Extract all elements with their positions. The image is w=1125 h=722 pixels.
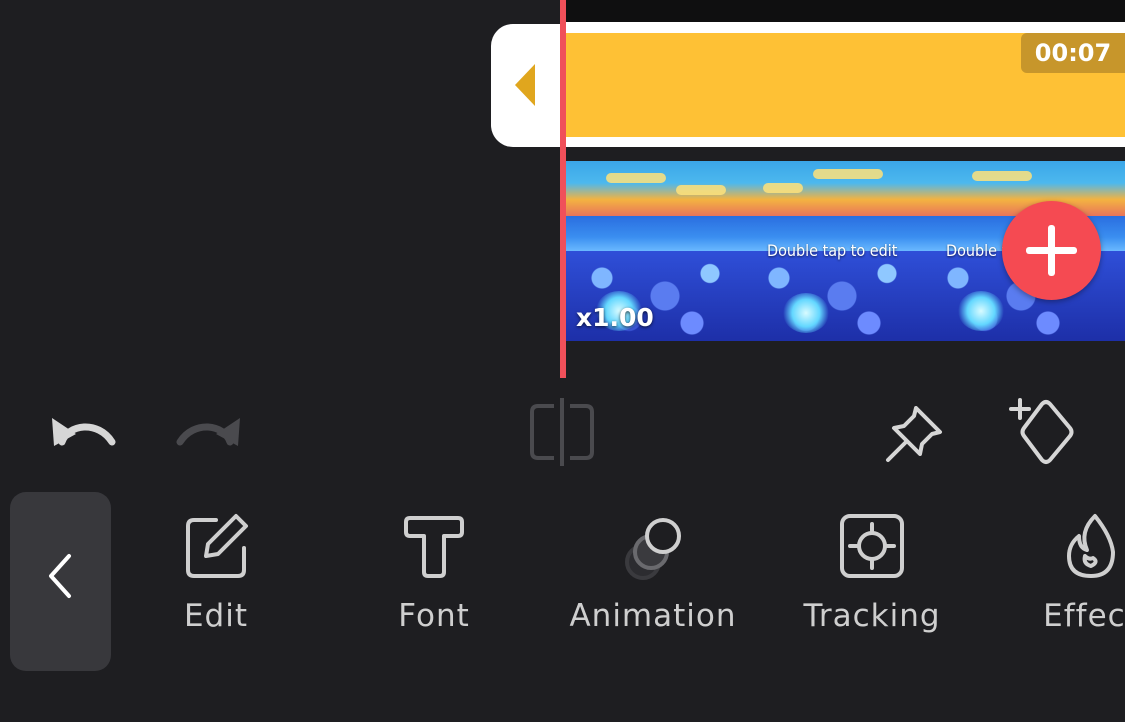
add-keyframe-icon[interactable] — [1006, 396, 1076, 466]
menu-item-label: Tracking — [803, 598, 941, 634]
edit-icon — [186, 514, 248, 578]
font-icon — [404, 516, 464, 578]
menu-item-effect[interactable]: Effect — [1001, 510, 1125, 634]
menu-item-label: Font — [398, 598, 470, 634]
menu-item-label: Animation — [569, 598, 737, 634]
undo-icon[interactable] — [50, 412, 116, 452]
menu-item-label: Effect — [1043, 598, 1125, 634]
playhead[interactable] — [560, 0, 566, 378]
frame-caption: Double tap to edit — [767, 241, 898, 260]
pin-icon[interactable] — [884, 402, 946, 464]
triangle-left-icon — [515, 64, 535, 106]
add-clip-button[interactable] — [1002, 201, 1101, 300]
upper-track — [566, 0, 1125, 25]
video-frame-thumbnail: Double tap to edit — [743, 161, 923, 341]
menu-item-edit[interactable]: Edit — [126, 510, 306, 634]
tracking-icon — [840, 514, 904, 578]
animation-icon — [625, 518, 681, 580]
menu-item-tracking[interactable]: Tracking — [782, 510, 962, 634]
clip-speed-label: x1.00 — [576, 303, 654, 332]
clip-duration-badge: 00:07 — [1021, 33, 1125, 73]
back-button[interactable] — [10, 492, 111, 671]
redo-icon[interactable] — [176, 412, 242, 452]
plus-icon — [1026, 225, 1077, 276]
effect-icon — [1067, 514, 1115, 578]
menu-item-font[interactable]: Font — [344, 510, 524, 634]
video-frame-thumbnail — [1102, 161, 1125, 341]
split-icon[interactable] — [528, 398, 596, 466]
chevron-left-icon — [49, 554, 71, 598]
menu-item-animation[interactable]: Animation — [563, 510, 743, 634]
text-clip-trim-handle[interactable] — [491, 24, 566, 147]
menu-item-label: Edit — [183, 598, 249, 634]
